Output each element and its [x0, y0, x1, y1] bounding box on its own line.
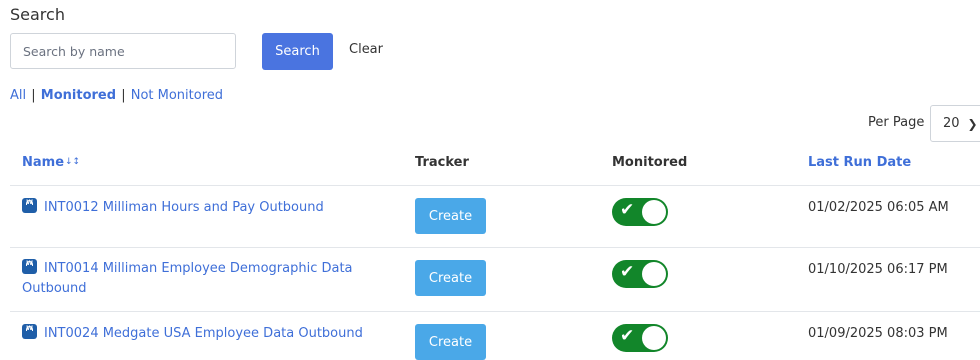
integration-link[interactable]: INT0024 Medgate USA Employee Data Outbou…: [44, 326, 363, 341]
name-cell: INT0014 Milliman Employee Demographic Da…: [22, 254, 382, 299]
row-divider: [10, 311, 980, 312]
filter-links: All | Monitored | Not Monitored: [10, 88, 223, 103]
column-header-name-label: Name: [22, 155, 65, 170]
column-header-monitored: Monitored: [612, 155, 688, 170]
check-icon: ✔: [620, 200, 635, 220]
integration-link[interactable]: INT0012 Milliman Hours and Pay Outbound: [44, 200, 324, 215]
search-title: Search: [10, 5, 65, 24]
create-tracker-button[interactable]: Create: [415, 198, 486, 234]
monitored-toggle[interactable]: ✔: [612, 324, 668, 352]
column-header-last-run[interactable]: Last Run Date: [808, 155, 911, 170]
last-run-date: 01/02/2025 06:05 AM: [808, 200, 949, 215]
filter-separator: |: [121, 88, 126, 103]
toggle-knob: [642, 262, 666, 286]
name-cell: INT0024 Medgate USA Employee Data Outbou…: [22, 319, 382, 344]
search-input[interactable]: [10, 33, 236, 69]
last-run-date: 01/10/2025 06:17 PM: [808, 262, 948, 277]
row-divider: [10, 247, 980, 248]
check-icon: ✔: [620, 326, 635, 346]
per-page-select[interactable]: 20 ❯: [930, 105, 980, 142]
filter-not-monitored-link[interactable]: Not Monitored: [131, 88, 223, 103]
last-run-date: 01/09/2025 08:03 PM: [808, 326, 948, 341]
create-tracker-button[interactable]: Create: [415, 324, 486, 360]
toggle-knob: [642, 326, 666, 350]
per-page-label: Per Page: [868, 115, 925, 130]
sort-az-icon[interactable]: ↓↕: [65, 157, 80, 167]
filter-monitored-link[interactable]: Monitored: [41, 88, 116, 103]
filter-all-link[interactable]: All: [10, 88, 26, 103]
search-button[interactable]: Search: [262, 33, 333, 70]
workday-app-icon: [22, 193, 37, 213]
monitored-toggle[interactable]: ✔: [612, 260, 668, 288]
toggle-knob: [642, 200, 666, 224]
per-page-value: 20: [943, 116, 960, 131]
clear-button[interactable]: Clear: [349, 42, 383, 57]
integration-link[interactable]: INT0014 Milliman Employee Demographic Da…: [22, 261, 353, 296]
workday-app-icon: [22, 254, 37, 274]
name-cell: INT0012 Milliman Hours and Pay Outbound: [22, 193, 382, 218]
check-icon: ✔: [620, 262, 635, 282]
chevron-down-icon: ❯: [967, 116, 978, 131]
monitored-toggle[interactable]: ✔: [612, 198, 668, 226]
workday-app-icon: [22, 319, 37, 339]
column-header-name[interactable]: Name↓↕: [22, 155, 80, 170]
row-divider: [10, 185, 980, 186]
column-header-tracker: Tracker: [415, 155, 469, 170]
filter-separator: |: [31, 88, 36, 103]
create-tracker-button[interactable]: Create: [415, 260, 486, 296]
